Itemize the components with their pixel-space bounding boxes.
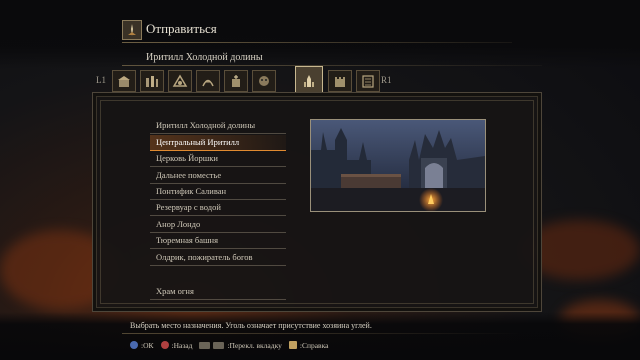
catacombs-tab-icon[interactable] [252,70,276,92]
r1-button-icon [213,341,225,349]
options-button-icon [288,341,297,349]
destination-item-selected[interactable]: Центральный Иритилл [150,135,286,151]
road-of-sacrifices-tab-icon[interactable] [196,70,220,92]
divider [122,65,542,66]
undead-settlement-tab-icon[interactable] [168,70,192,92]
cathedral-tab-icon[interactable] [224,70,248,92]
destination-item[interactable]: Олдрик, пожиратель богов [150,250,286,266]
hint-switch-tab: :Перекл. вкладку [227,340,282,350]
lothric-castle-tab-icon[interactable] [328,70,352,92]
firelink-shrine-tab-icon[interactable] [112,70,136,92]
destination-item[interactable]: Церковь Йоршки [150,151,286,167]
destination-item[interactable]: Дальнее поместье [150,168,286,184]
bonfire-icon [122,20,142,40]
destination-item[interactable]: Тюремная башня [150,233,286,249]
circle-button-icon [160,341,169,349]
destination-item[interactable]: Анор Лондо [150,217,286,233]
help-text: Выбрать место назначения. Уголь означает… [130,321,372,330]
archives-tab-icon[interactable] [356,70,380,92]
destination-item[interactable]: Понтифик Саливан [150,184,286,200]
destination-item[interactable]: Резервуар с водой [150,200,286,216]
area-title: Иритилл Холодной долины [146,52,263,63]
high-wall-tab-icon[interactable] [140,70,164,92]
cross-button-icon [130,341,138,349]
destination-item[interactable]: Храм огня [150,284,286,300]
hint-back: :Назад [171,340,193,350]
tab-right-button-label[interactable]: R1 [381,75,392,85]
top-bar [0,0,640,68]
destination-item[interactable]: Иритилл Холодной долины [150,118,286,134]
divider [122,42,512,43]
hint-ok: :ОК [141,340,154,350]
hint-help: :Справка [299,340,329,350]
location-preview-image [310,119,486,212]
menu-title: Отправиться [146,21,217,36]
tab-left-button-label[interactable]: L1 [96,75,106,85]
l1-button-icon [199,341,211,349]
bottom-bar [0,312,640,360]
divider [122,333,522,334]
control-hints: :ОК :Назад :Перекл. вкладку :Справка [130,339,332,351]
